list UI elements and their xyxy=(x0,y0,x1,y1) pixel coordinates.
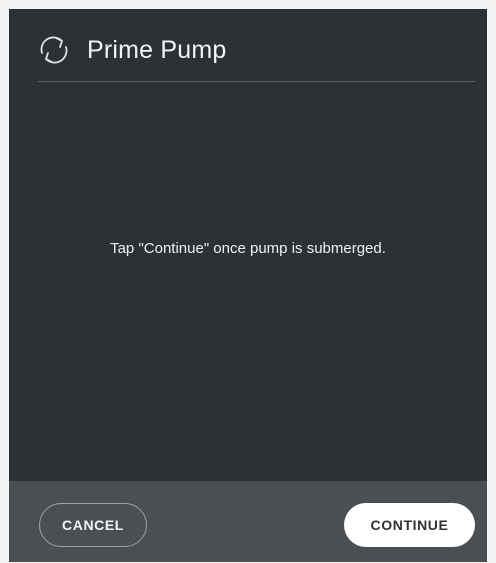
prime-pump-dialog: Prime Pump Tap "Continue" once pump is s… xyxy=(9,9,487,562)
refresh-cycle-icon xyxy=(37,33,71,67)
header-divider xyxy=(38,81,475,82)
dialog-footer: CANCEL CONTINUE xyxy=(9,481,487,562)
cancel-button[interactable]: CANCEL xyxy=(39,503,147,547)
dialog-header: Prime Pump xyxy=(9,9,487,83)
continue-button[interactable]: CONTINUE xyxy=(344,503,475,547)
instruction-message: Tap "Continue" once pump is submerged. xyxy=(110,240,386,257)
dialog-title: Prime Pump xyxy=(87,36,227,64)
